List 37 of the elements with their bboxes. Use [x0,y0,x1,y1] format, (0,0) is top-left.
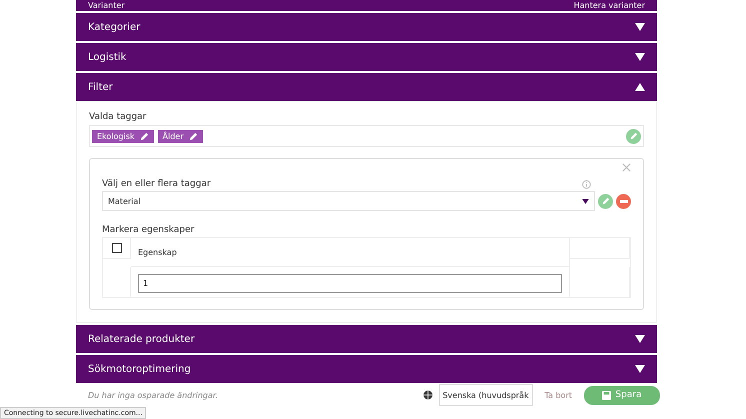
pencil-icon [602,197,610,205]
pencil-icon [630,132,638,140]
section-header[interactable]: Relaterade produkter [76,325,657,353]
manage-variants-link[interactable]: Hantera varianter [574,0,645,11]
pencil-icon [188,132,198,140]
info-icon [582,180,591,188]
section-title: Kategorier [88,22,140,32]
pencil-icon [140,132,149,140]
section-header[interactable]: Logistik [76,43,657,71]
minus-icon [620,200,628,202]
section-title: Filter [88,82,113,92]
unsaved-status-text: Du har inga osparade ändringar. [88,390,218,400]
edit-button[interactable] [626,128,641,144]
tag-chip[interactable]: Ekologisk [92,130,154,142]
remove-button[interactable] [616,194,631,208]
field-label: Markera egenskaper [102,225,196,235]
column-header: Egenskap [131,238,570,267]
tag-dropdown[interactable]: Material [102,191,595,211]
section-title: Relaterade produkter [88,334,195,344]
property-input-field[interactable]: 1 [138,274,562,293]
tag-chip[interactable]: Ålder [158,130,202,142]
select-all-checkbox[interactable] [112,243,122,253]
tag-field[interactable]: Ekologisk Ålder [89,125,644,147]
section-header[interactable]: Filter [76,73,657,101]
language-dropdown[interactable]: Svenska (huvudspråk [438,384,533,406]
field-label: Välj en eller flera taggar [102,179,211,189]
section-title: Varianter [88,0,125,11]
section-title: Logistik [88,52,126,62]
globe-icon [422,390,433,400]
close-icon[interactable] [622,163,631,172]
edit-button[interactable] [598,194,613,208]
section-header[interactable]: Sökmotoroptimering [76,355,657,383]
section-header[interactable]: Kategorier [76,13,657,41]
section-header[interactable]: Varianter Hantera varianter [76,0,657,11]
dropdown-caret-icon [582,198,589,204]
section-title: Sökmotoroptimering [88,364,191,374]
field-label: Valda taggar [89,112,148,122]
